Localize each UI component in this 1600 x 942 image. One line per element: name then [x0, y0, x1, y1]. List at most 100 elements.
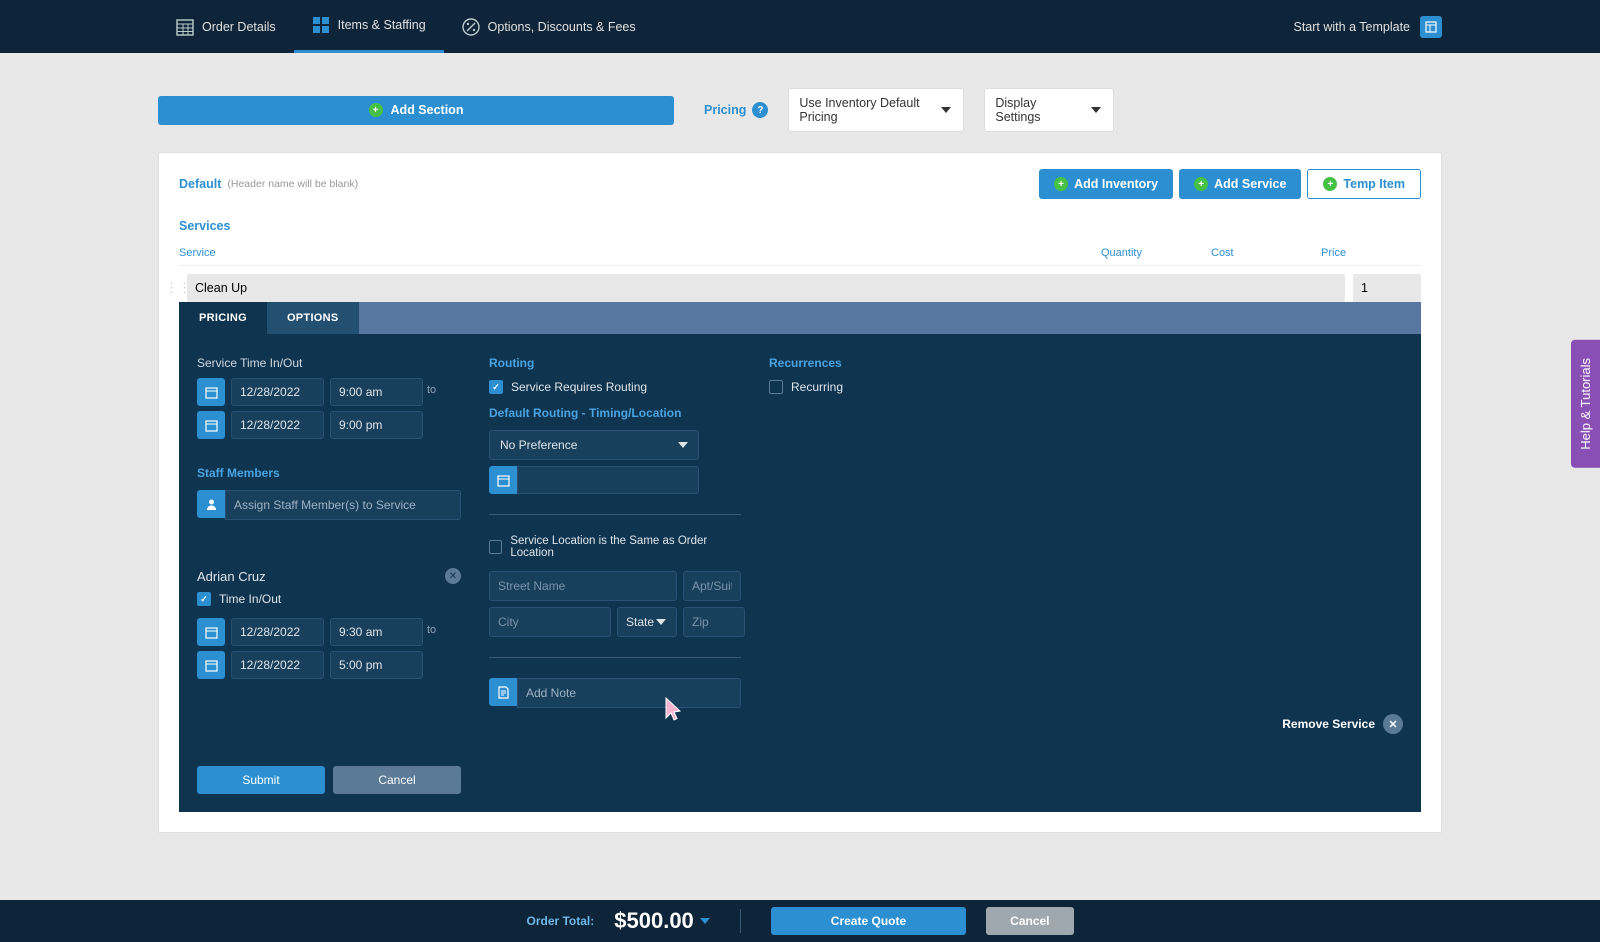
divider: [489, 657, 741, 658]
city-input[interactable]: [489, 607, 611, 637]
cancel-options-button[interactable]: Cancel: [333, 766, 461, 794]
col-cost: Cost: [1211, 247, 1321, 259]
staff-date-in-input[interactable]: [231, 618, 324, 646]
calendar-icon[interactable]: [197, 618, 225, 646]
nav-options-discounts-label: Options, Discounts & Fees: [488, 20, 636, 34]
plus-icon: +: [1323, 177, 1337, 191]
service-qty-input[interactable]: [1353, 274, 1421, 302]
to-label: to: [423, 624, 440, 636]
add-inventory-label: Add Inventory: [1074, 177, 1158, 191]
staff-date-out-input[interactable]: [231, 651, 324, 679]
plus-icon: +: [369, 103, 383, 117]
temp-item-button[interactable]: + Temp Item: [1307, 169, 1421, 199]
percent-icon: [462, 18, 480, 36]
grid-icon: [312, 16, 330, 34]
remove-service-icon[interactable]: ✕: [1383, 714, 1403, 734]
add-service-label: Add Service: [1214, 177, 1286, 191]
service-row: ⋮⋮: [179, 266, 1421, 302]
template-button[interactable]: [1420, 16, 1442, 38]
staff-time-out-input[interactable]: [330, 651, 423, 679]
time-in-input[interactable]: [330, 378, 423, 406]
to-label: to: [423, 384, 440, 396]
nav-options-discounts[interactable]: Options, Discounts & Fees: [444, 0, 654, 53]
recurrences-label: Recurrences: [769, 356, 1403, 370]
nav-order-details-label: Order Details: [202, 20, 276, 34]
submit-button[interactable]: Submit: [197, 766, 325, 794]
plus-icon: +: [1194, 177, 1208, 191]
user-icon[interactable]: [197, 490, 225, 518]
default-routing-label: Default Routing - Timing/Location: [489, 406, 741, 420]
remove-staff-icon[interactable]: ✕: [445, 568, 461, 584]
divider: [740, 909, 741, 933]
recurring-label: Recurring: [791, 380, 843, 394]
top-controls: + Add Section Pricing ? Use Inventory De…: [158, 88, 1442, 132]
col-price: Price: [1321, 247, 1421, 259]
display-settings-select[interactable]: Display Settings: [984, 88, 1114, 132]
services-panel: Default (Header name will be blank) + Ad…: [158, 152, 1442, 833]
assign-staff-input[interactable]: [225, 490, 461, 520]
table-header: Service Quantity Cost Price: [179, 247, 1421, 266]
col-service: Service: [179, 247, 1101, 259]
add-service-button[interactable]: + Add Service: [1179, 169, 1301, 199]
divider: [489, 514, 741, 515]
time-inout-label: Time In/Out: [219, 592, 281, 606]
footer-cancel-button[interactable]: Cancel: [986, 907, 1073, 935]
tab-row: PRICING OPTIONS: [179, 302, 1421, 334]
calendar-icon[interactable]: [489, 466, 517, 494]
nav-items-staffing[interactable]: Items & Staffing: [294, 0, 444, 53]
tab-filler: [359, 302, 1421, 334]
panel-note: (Header name will be blank): [227, 178, 358, 190]
remove-service-label[interactable]: Remove Service: [1282, 717, 1375, 731]
date-in-input[interactable]: [231, 378, 324, 406]
time-out-input[interactable]: [330, 411, 423, 439]
street-input[interactable]: [489, 571, 677, 601]
apt-input[interactable]: [683, 571, 741, 601]
add-inventory-button[interactable]: + Add Inventory: [1039, 169, 1173, 199]
routing-label: Routing: [489, 356, 741, 370]
help-tutorials-tab[interactable]: Help & Tutorials: [1571, 340, 1600, 468]
footer-bar: Order Total: $500.00 Create Quote Cancel: [0, 900, 1600, 942]
same-location-checkbox[interactable]: [489, 540, 502, 554]
start-template-label[interactable]: Start with a Template: [1294, 20, 1411, 34]
nav-right: Start with a Template: [1294, 16, 1443, 38]
drag-handle-icon[interactable]: ⋮⋮: [165, 280, 179, 296]
service-name-input[interactable]: [187, 274, 1345, 302]
tab-options[interactable]: OPTIONS: [267, 302, 359, 334]
tab-pricing[interactable]: PRICING: [179, 302, 267, 334]
note-icon[interactable]: [489, 678, 517, 706]
add-section-button[interactable]: + Add Section: [158, 96, 674, 125]
add-section-label: Add Section: [391, 103, 464, 117]
order-total-label: Order Total:: [526, 914, 594, 928]
calendar-icon[interactable]: [197, 651, 225, 679]
time-inout-checkbox[interactable]: [197, 592, 211, 606]
date-out-input[interactable]: [231, 411, 324, 439]
routing-preference-select[interactable]: No Preference: [489, 430, 699, 460]
pricing-select[interactable]: Use Inventory Default Pricing: [788, 88, 964, 132]
calendar-icon[interactable]: [197, 411, 225, 439]
zip-input[interactable]: [683, 607, 745, 637]
routing-date-input[interactable]: [517, 466, 699, 494]
staff-time-in-input[interactable]: [330, 618, 423, 646]
note-input[interactable]: [517, 678, 741, 708]
temp-item-label: Temp Item: [1343, 177, 1405, 191]
recurring-checkbox[interactable]: [769, 380, 783, 394]
nav-items-staffing-label: Items & Staffing: [338, 18, 426, 32]
requires-routing-label: Service Requires Routing: [511, 380, 647, 394]
calendar-grid-icon: [176, 18, 194, 36]
panel-title: Default: [179, 177, 221, 191]
same-location-label: Service Location is the Same as Order Lo…: [510, 535, 741, 559]
requires-routing-checkbox[interactable]: [489, 380, 503, 394]
nav-order-details[interactable]: Order Details: [158, 0, 294, 53]
staff-members-label: Staff Members: [197, 466, 461, 480]
state-select[interactable]: State: [617, 607, 677, 637]
staff-name: Adrian Cruz: [197, 569, 266, 584]
order-total-value[interactable]: $500.00: [614, 908, 710, 934]
help-icon[interactable]: ?: [752, 102, 768, 118]
service-time-label: Service Time In/Out: [197, 356, 461, 370]
options-body: Service Time In/Out: [179, 334, 1421, 812]
services-title: Services: [179, 219, 1421, 233]
create-quote-button[interactable]: Create Quote: [771, 907, 966, 935]
calendar-icon[interactable]: [197, 378, 225, 406]
top-nav: Order Details Items & Staffing Options, …: [0, 0, 1600, 53]
col-quantity: Quantity: [1101, 247, 1211, 259]
